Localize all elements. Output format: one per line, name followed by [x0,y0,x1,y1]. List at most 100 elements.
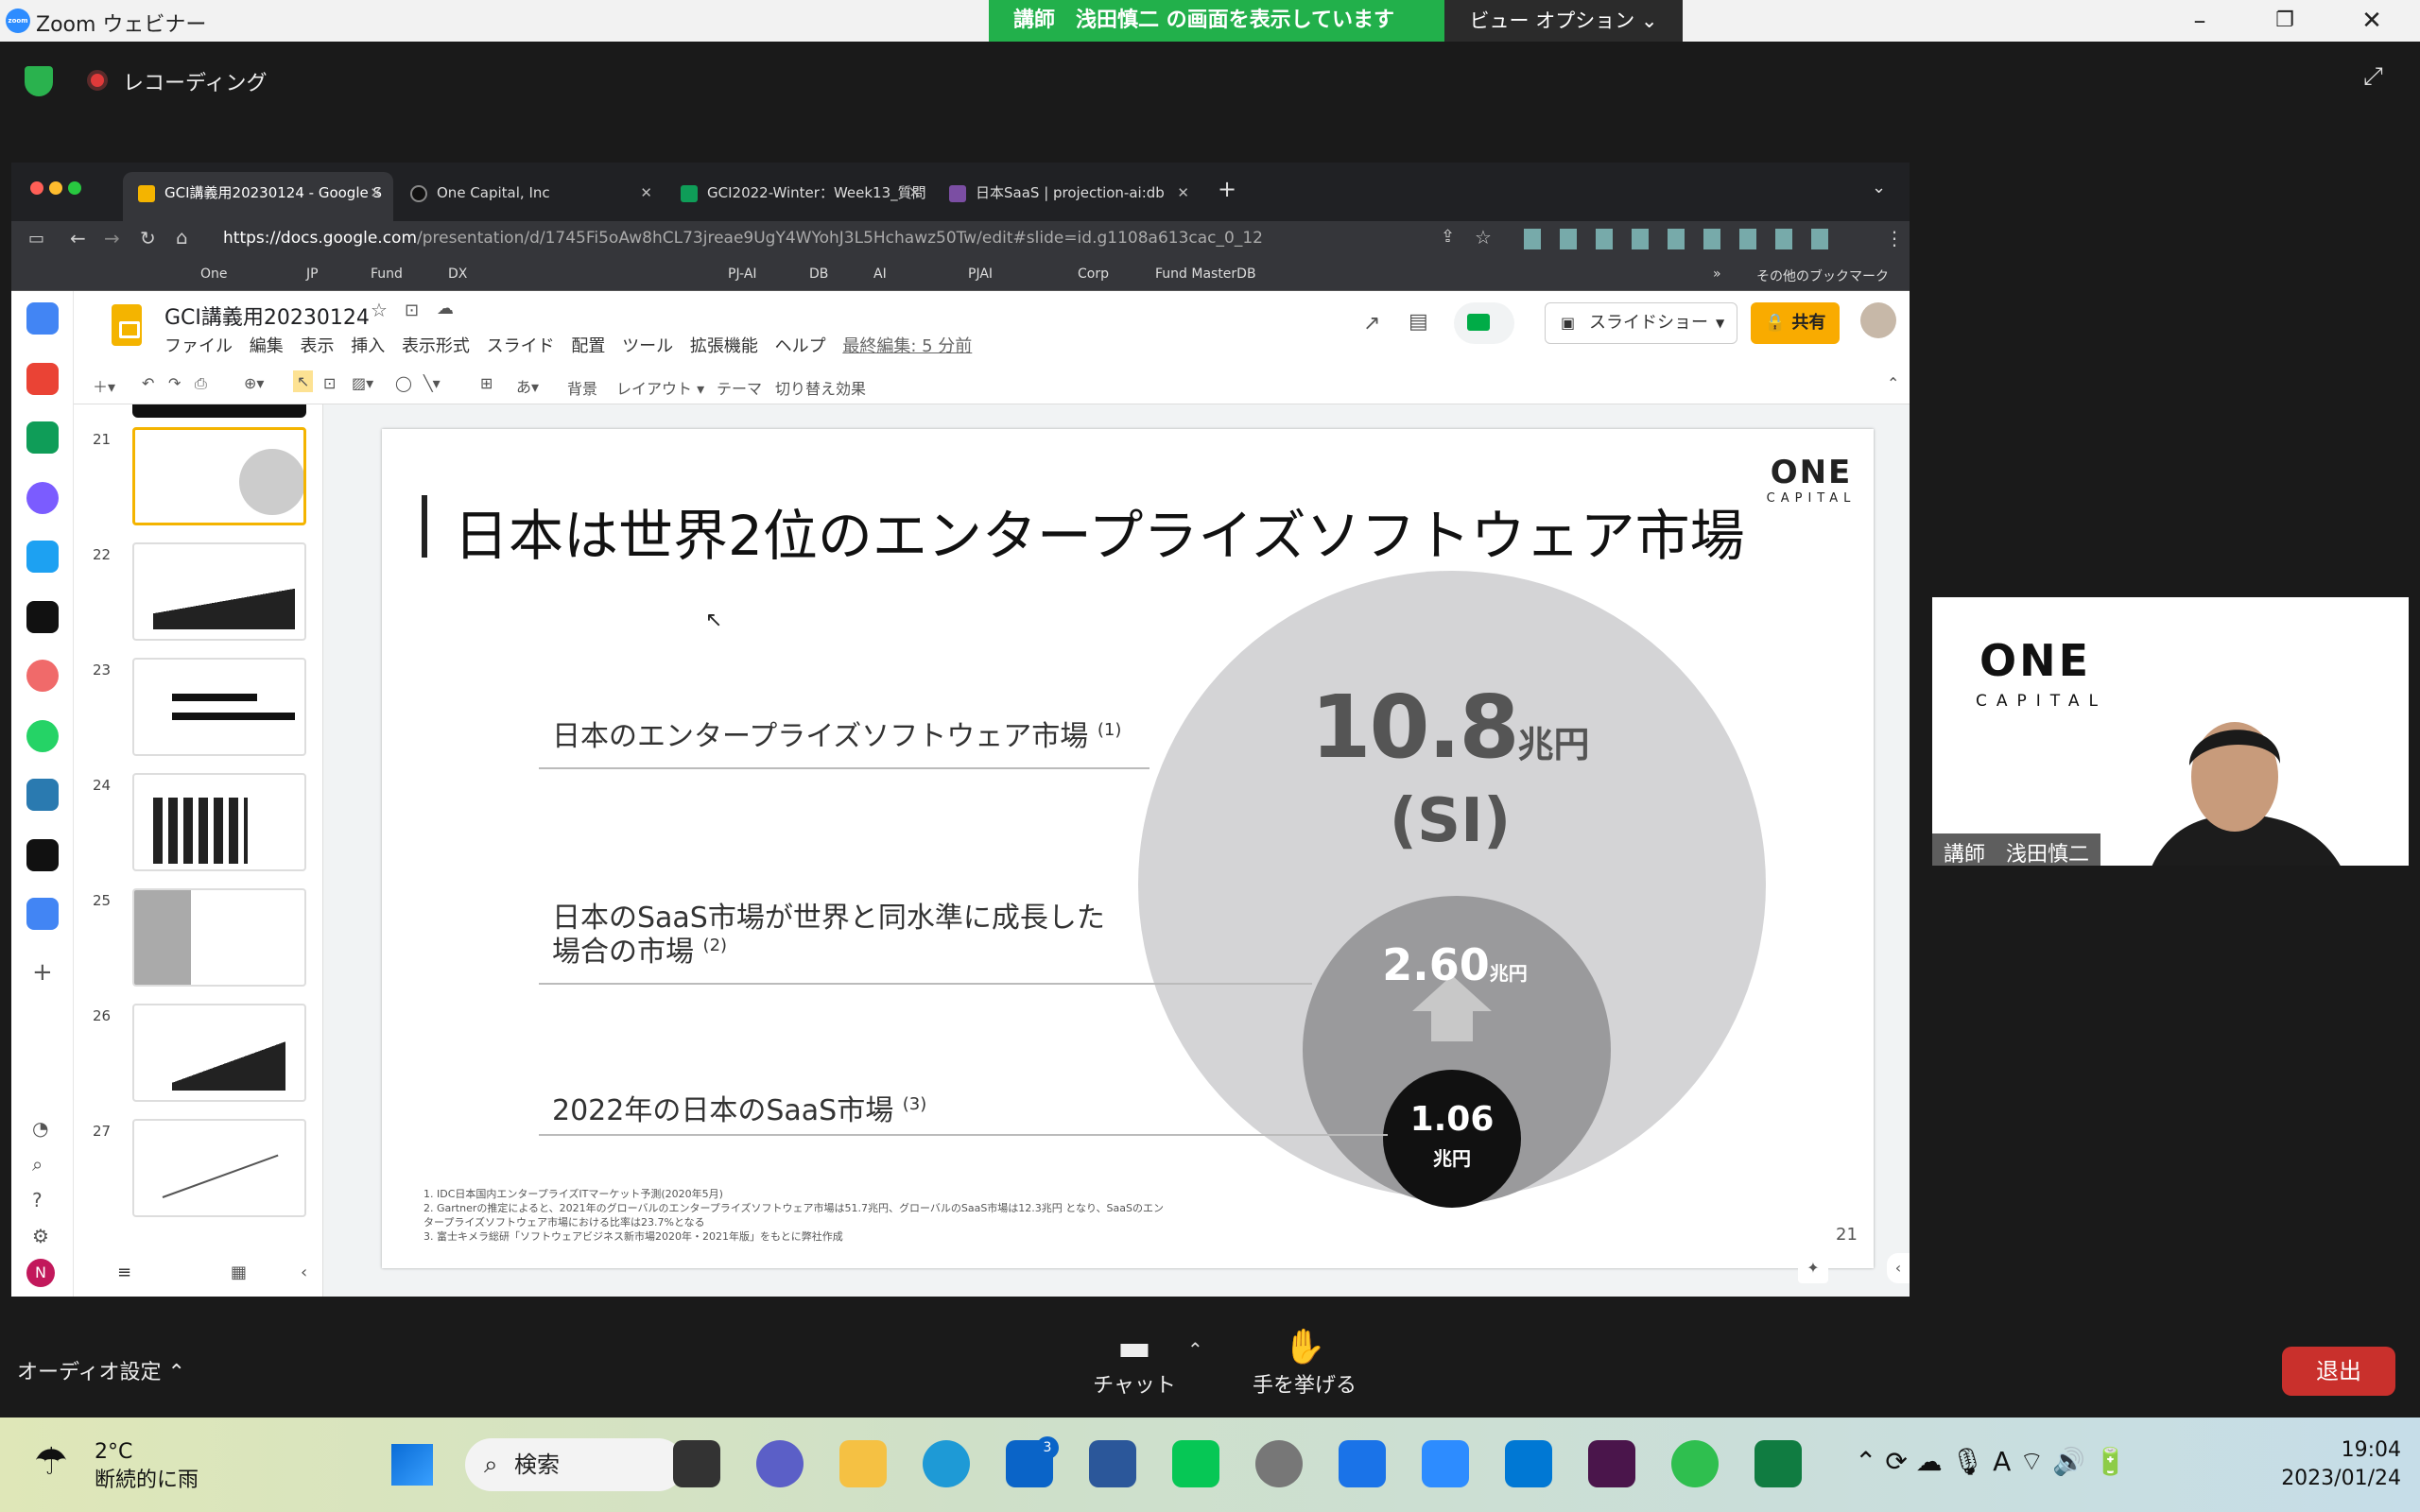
slack-icon[interactable] [1588,1440,1635,1487]
extension-icons[interactable] [1524,229,1845,249]
tab-close-icon[interactable]: ✕ [370,172,382,214]
menu-help[interactable]: ヘルプ [775,336,826,356]
meet-button[interactable] [1454,302,1514,344]
user-avatar[interactable] [1860,302,1896,338]
speaker-video[interactable]: ONE CAPITAL 講師 浅田慎二 [1932,597,2409,866]
slide-thumbnail[interactable] [132,1119,306,1217]
security-shield-icon[interactable] [25,66,53,96]
mac-minimize-icon[interactable] [49,181,62,195]
search-icon[interactable]: ⌕ [32,1153,43,1176]
explore-icon[interactable]: ✦ [1798,1253,1828,1283]
browser-tab[interactable]: One Capital, Inc ✕ [395,172,664,221]
menu-format[interactable]: 表示形式 [402,336,470,356]
notification-bell-icon[interactable]: ◔ [32,1117,48,1140]
doc-title[interactable]: GCI講義用20230124 [164,301,370,331]
menu-edit[interactable]: 編集 [250,336,284,356]
browser-tab[interactable]: 日本SaaS | projection-ai:db ✕ [934,172,1201,221]
slide-thumbnail[interactable] [132,427,306,525]
zoom-app-icon[interactable] [1422,1440,1469,1487]
back-icon[interactable]: ← [70,227,86,249]
bookmark-star-icon[interactable]: ☆ [1475,226,1492,249]
new-tab-icon[interactable]: + [1218,176,1236,202]
bookmark-item[interactable]: PJAI [968,266,993,282]
menu-file[interactable]: ファイル [164,336,233,356]
input-tools-icon[interactable]: あ▾ [516,374,539,397]
chat-options-chevron-icon[interactable]: ⌃ [1187,1338,1203,1361]
print-icon[interactable]: ⎙ [195,374,207,393]
weather-widget[interactable]: 2°C 断続的に雨 [95,1438,199,1495]
app-icon[interactable] [1339,1440,1386,1487]
bookmarks-overflow[interactable]: » [1713,266,1721,282]
theme-button[interactable]: テーマ [717,376,762,399]
current-slide[interactable]: 日本は世界2位のエンタープライズソフトウェア市場 ONE CAPITAL ↖ 1… [382,429,1874,1268]
browser-tab[interactable]: GCI講義用20230124 - Google S ✕ [123,172,393,221]
share-button[interactable]: 🔒 共有 [1751,302,1840,344]
undo-icon[interactable]: ↶ [142,374,154,392]
bookmark-item[interactable]: DB [809,266,828,282]
calendar-icon[interactable] [26,302,59,335]
slides-logo-icon[interactable] [112,304,142,346]
slide-thumbnail[interactable] [132,542,306,641]
cloud-status-icon[interactable]: ☁ [437,299,454,318]
chat-button[interactable]: ▬ チャット [1087,1327,1182,1399]
system-tray[interactable]: ⌃ ⟳ ☁ 🎙 A ⌔ 🔊 🔋 [1855,1446,2233,1479]
comment-add-icon[interactable]: ⊞ [480,374,493,392]
select-cursor-icon[interactable]: ↖ [293,370,314,392]
url-field[interactable]: https://docs.google.com/presentation/d/1… [223,229,1263,248]
tab-search-chevron-icon[interactable]: ⌄ [1872,178,1886,198]
sidebar-icon[interactable]: ▭ [28,229,44,249]
browser-menu-icon[interactable]: ⋮ [1885,227,1904,249]
other-bookmarks[interactable]: その他のブックマーク [1756,266,1889,285]
audio-settings-button[interactable]: オーディオ設定 ⌃ [17,1355,185,1385]
side-panel-toggle-icon[interactable]: ‹ [1887,1253,1910,1283]
zoom-icon[interactable]: ⊕▾ [244,374,264,392]
menu-insert[interactable]: 挿入 [351,336,385,356]
bookmark-item[interactable]: One [200,266,228,282]
close-icon[interactable]: ✕ [2348,4,2395,38]
task-view-icon[interactable] [673,1440,720,1487]
tab-close-icon[interactable]: ✕ [1177,172,1189,214]
slideshow-button[interactable]: ▣ スライドショー ▼ [1545,302,1737,344]
forward-icon[interactable]: → [104,227,120,249]
start-icon[interactable] [391,1444,433,1486]
bookmark-item[interactable]: PJ-AI [728,266,757,282]
file-explorer-icon[interactable] [839,1440,887,1487]
help-icon[interactable]: ? [32,1189,43,1211]
taskbar-clock[interactable]: 19:04 2023/01/24 [2263,1436,2401,1493]
twitter-icon[interactable] [26,541,59,573]
taskbar-search[interactable]: ⌕ 検索 [465,1438,684,1491]
menu-tools[interactable]: ツール [622,336,673,356]
star-icon[interactable]: ☆ [371,299,388,321]
comments-icon[interactable]: ▤ [1409,310,1428,334]
add-app-icon[interactable]: + [32,958,53,987]
menu-slide[interactable]: スライド [487,336,555,356]
image-icon[interactable]: ▨▾ [352,374,373,392]
vscode-icon[interactable] [1505,1440,1552,1487]
teams-chat-icon[interactable] [756,1440,804,1487]
docs-icon[interactable] [26,898,59,930]
drive-icon[interactable] [26,421,59,454]
profile-avatar[interactable]: N [26,1259,55,1287]
gmail-icon[interactable] [26,363,59,395]
grid-view-icon[interactable]: ▦ [231,1263,247,1282]
asana-icon[interactable] [26,660,59,692]
bookmark-item[interactable]: DX [448,266,467,282]
menu-view[interactable]: 表示 [300,336,334,356]
share-page-icon[interactable]: ⇪ [1441,227,1455,247]
view-options-button[interactable]: ビュー オプション ⌄ [1444,0,1683,42]
line-icon[interactable] [1172,1440,1219,1487]
bookmark-item[interactable]: Corp [1078,266,1109,282]
slide-thumbnail[interactable] [132,773,306,871]
activity-trend-icon[interactable]: ↗ [1363,312,1380,335]
new-slide-icon[interactable]: ＋▾ [93,374,115,397]
collapse-panel-icon[interactable]: ‹ [301,1263,307,1282]
slide-thumbnail[interactable] [132,1004,306,1102]
k-app-icon[interactable] [26,839,59,871]
tab-close-icon[interactable]: ✕ [640,172,652,214]
background-button[interactable]: 背景 [567,376,597,399]
slide-thumbnail[interactable] [132,658,306,756]
textbox-icon[interactable]: ⊡ [323,374,336,392]
line-icon[interactable]: ╲▾ [424,374,441,392]
mac-zoom-icon[interactable] [68,181,81,195]
notion-icon[interactable] [26,601,59,633]
